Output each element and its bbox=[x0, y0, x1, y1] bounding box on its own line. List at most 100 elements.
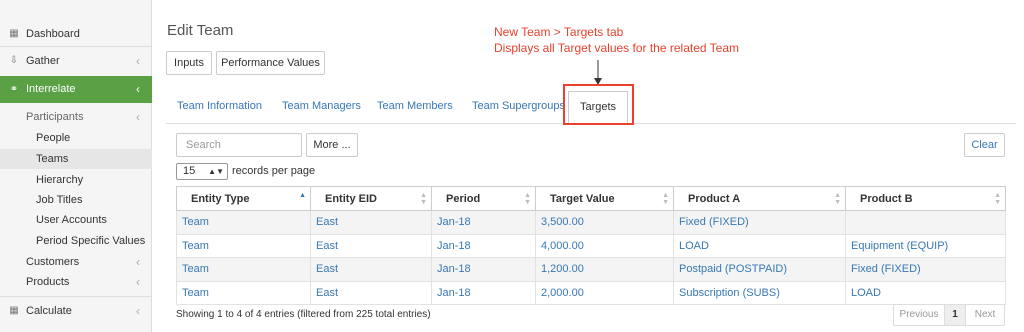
column-header-label: Entity EID bbox=[325, 192, 377, 205]
table-cell-link[interactable]: LOAD bbox=[673, 233, 846, 258]
sidebar-item-user-accounts[interactable]: User Accounts bbox=[0, 210, 152, 230]
previous-page-button[interactable]: Previous bbox=[894, 305, 944, 325]
page-1-button[interactable]: 1 bbox=[944, 305, 966, 325]
sort-icon: ▲ ▼ bbox=[834, 192, 841, 206]
sort-icon: ▲ ▼ bbox=[994, 192, 1001, 206]
sidebar-item-people[interactable]: People bbox=[0, 128, 152, 148]
table-row: Team East Jan-18 1,200.00 Postpaid (POST… bbox=[176, 257, 1006, 282]
records-per-page-select[interactable]: 15 ▲▼ bbox=[176, 163, 228, 180]
column-header-product-b[interactable]: Product B ▲ ▼ bbox=[845, 186, 1006, 211]
column-header-label: Product A bbox=[688, 192, 741, 205]
table-cell-link[interactable]: 3,500.00 bbox=[535, 210, 674, 235]
column-header-label: Target Value bbox=[550, 192, 615, 205]
table-row: Team East Jan-18 4,000.00 LOAD Equipment… bbox=[176, 233, 1006, 258]
chevron-left-icon: ‹ bbox=[136, 255, 140, 269]
sort-asc-icon: ▲ bbox=[299, 192, 306, 199]
sort-icon: ▲ ▼ bbox=[662, 192, 669, 206]
inputs-button[interactable]: Inputs bbox=[166, 51, 212, 75]
sort-icon: ▲ ▼ bbox=[420, 192, 427, 206]
divider bbox=[0, 46, 152, 47]
table-header-row: Entity Type ▲ Entity EID ▲ ▼ Period ▲ ▼ Targe… bbox=[176, 186, 1006, 211]
table-row: Team East Jan-18 2,000.00 Subscription (… bbox=[176, 280, 1006, 305]
sort-icon: ▲ ▼ bbox=[524, 192, 531, 206]
tab-team-members[interactable]: Team Members bbox=[377, 96, 453, 118]
table-info: Showing 1 to 4 of 4 entries (filtered fr… bbox=[176, 309, 431, 320]
table-cell-link[interactable]: Fixed (FIXED) bbox=[845, 257, 1006, 282]
sidebar-item-label: Calculate bbox=[26, 305, 72, 317]
table-cell-link[interactable]: East bbox=[310, 280, 432, 305]
sidebar-item-label: Products bbox=[26, 276, 70, 288]
table-cell-link[interactable]: East bbox=[310, 257, 432, 282]
sidebar-item-participants[interactable]: Participants ‹ bbox=[0, 107, 152, 127]
column-header-label: Product B bbox=[860, 192, 913, 205]
bar-chart-icon: ▦ bbox=[9, 28, 19, 39]
search-input[interactable]: Search bbox=[176, 133, 302, 157]
table-cell-link[interactable]: Subscription (SUBS) bbox=[673, 280, 846, 305]
table-cell-link[interactable]: Jan-18 bbox=[431, 210, 536, 235]
sidebar-item-interrelate[interactable]: ⚭ Interrelate ‹ bbox=[0, 76, 152, 103]
table-cell-link[interactable]: Jan-18 bbox=[431, 257, 536, 282]
annotation-line: Displays all Target values for the relat… bbox=[494, 41, 740, 55]
sidebar-item-customers[interactable]: Customers ‹ bbox=[0, 252, 152, 272]
sidebar-item-products[interactable]: Products ‹ bbox=[0, 272, 152, 292]
column-header-target-value[interactable]: Target Value ▲ ▼ bbox=[535, 186, 674, 211]
table-cell-link[interactable]: 2,000.00 bbox=[535, 280, 674, 305]
records-per-page-label: records per page bbox=[232, 165, 316, 177]
chevron-left-icon: ‹ bbox=[136, 275, 140, 289]
column-header-entity-type[interactable]: Entity Type ▲ bbox=[176, 186, 311, 211]
table-cell-link[interactable]: Jan-18 bbox=[431, 233, 536, 258]
column-header-entity-eid[interactable]: Entity EID ▲ ▼ bbox=[310, 186, 432, 211]
calculator-icon: ▦ bbox=[9, 305, 19, 316]
tab-team-managers[interactable]: Team Managers bbox=[282, 96, 361, 118]
annotation-highlight-box bbox=[563, 84, 634, 125]
tab-team-supergroups[interactable]: Team Supergroups bbox=[472, 96, 565, 118]
table-cell-link[interactable]: East bbox=[310, 210, 432, 235]
sidebar-item-teams[interactable]: Teams bbox=[0, 149, 152, 169]
performance-values-button[interactable]: Performance Values bbox=[216, 51, 325, 75]
table-row: Team East Jan-18 3,500.00 Fixed (FIXED) bbox=[176, 210, 1006, 235]
sidebar-item-label: Gather bbox=[26, 55, 60, 67]
column-header-product-a[interactable]: Product A ▲ ▼ bbox=[673, 186, 846, 211]
sidebar-item-gather[interactable]: ⇩ Gather ‹ bbox=[0, 49, 152, 73]
table-cell-link[interactable]: 1,200.00 bbox=[535, 257, 674, 282]
table-cell-link[interactable]: 4,000.00 bbox=[535, 233, 674, 258]
table-cell-link[interactable]: LOAD bbox=[845, 280, 1006, 305]
sidebar-item-job-titles[interactable]: Job Titles bbox=[0, 190, 152, 210]
clear-button[interactable]: Clear bbox=[964, 133, 1005, 157]
table-cell-link[interactable]: East bbox=[310, 233, 432, 258]
sidebar-item-period-specific-values[interactable]: Period Specific Values bbox=[0, 231, 152, 251]
sidebar-item-label: Dashboard bbox=[26, 28, 80, 40]
table-cell-link[interactable]: Fixed (FIXED) bbox=[673, 210, 846, 235]
table-cell-link[interactable]: Jan-18 bbox=[431, 280, 536, 305]
sidebar-item-label: Customers bbox=[26, 256, 80, 268]
download-icon: ⇩ bbox=[9, 55, 19, 66]
sidebar-item-hierarchy[interactable]: Hierarchy bbox=[0, 170, 152, 190]
next-page-button[interactable]: Next bbox=[966, 305, 1004, 325]
sidebar-item-calculate[interactable]: ▦ Calculate ‹ bbox=[0, 299, 152, 323]
table-cell-link[interactable]: Postpaid (POSTPAID) bbox=[673, 257, 846, 282]
table-cell-link[interactable]: Team bbox=[176, 280, 311, 305]
sidebar-item-label: Participants bbox=[26, 111, 84, 123]
link-icon: ⚭ bbox=[9, 84, 19, 95]
annotation-line: New Team > Targets tab bbox=[494, 25, 624, 39]
annotation-text: New Team > Targets tab Displays all Targ… bbox=[494, 24, 739, 56]
table-cell-link[interactable] bbox=[845, 210, 1006, 235]
sidebar-item-label: Interrelate bbox=[26, 83, 76, 95]
updown-arrow-icon: ▲▼ bbox=[208, 167, 224, 176]
targets-table: Entity Type ▲ Entity EID ▲ ▼ Period ▲ ▼ Targe… bbox=[176, 186, 1006, 305]
chevron-left-icon: ‹ bbox=[136, 304, 140, 318]
annotation-arrow-icon bbox=[594, 60, 602, 85]
tab-team-information[interactable]: Team Information bbox=[177, 96, 262, 118]
more-button[interactable]: More ... bbox=[306, 133, 358, 157]
column-header-label: Entity Type bbox=[191, 192, 250, 205]
sidebar-item-dashboard[interactable]: ▦ Dashboard bbox=[0, 22, 152, 46]
table-cell-link[interactable]: Team bbox=[176, 257, 311, 282]
column-header-period[interactable]: Period ▲ ▼ bbox=[431, 186, 536, 211]
table-cell-link[interactable]: Team bbox=[176, 210, 311, 235]
column-header-label: Period bbox=[446, 192, 481, 205]
chevron-left-icon: ‹ bbox=[136, 110, 140, 124]
divider bbox=[0, 296, 152, 297]
table-cell-link[interactable]: Team bbox=[176, 233, 311, 258]
page-title: Edit Team bbox=[167, 22, 234, 39]
table-cell-link[interactable]: Equipment (EQUIP) bbox=[845, 233, 1006, 258]
